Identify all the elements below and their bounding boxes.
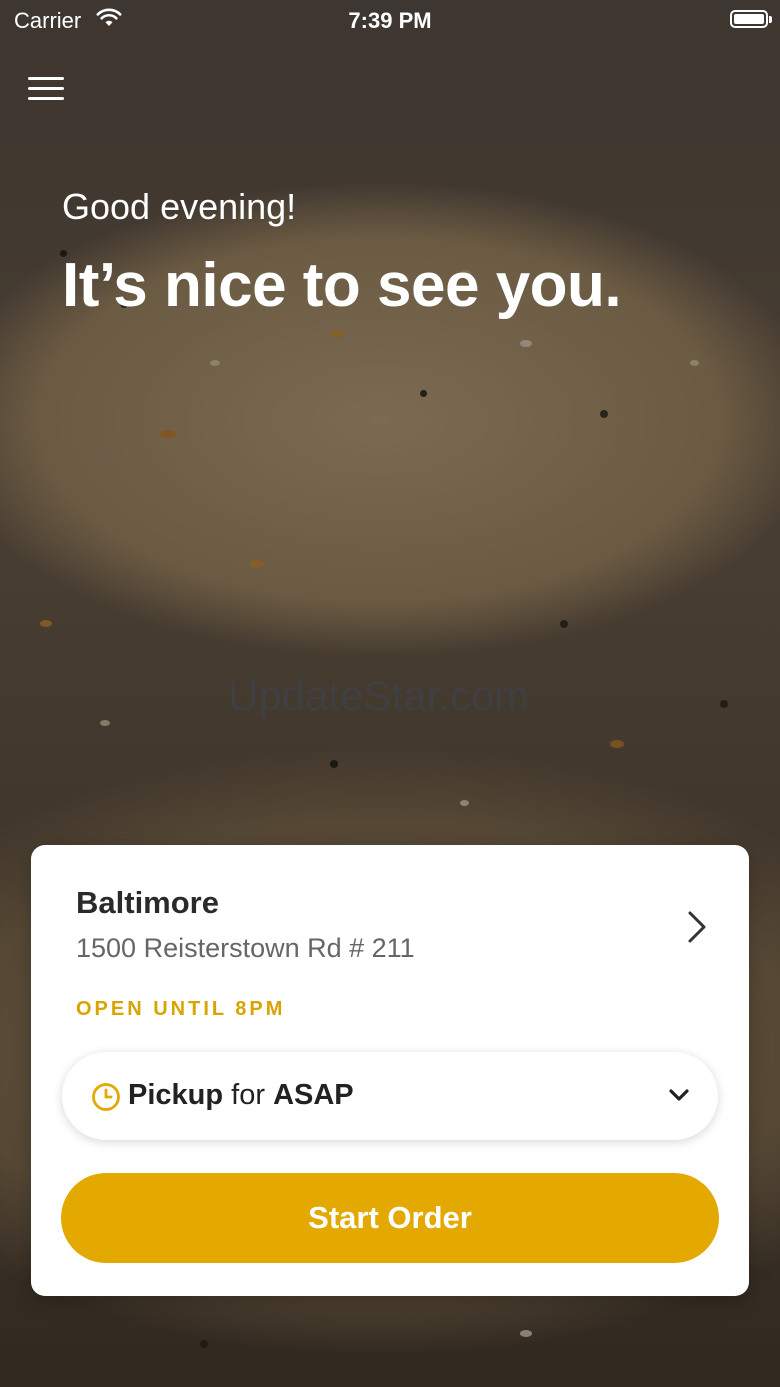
location-name: Baltimore: [76, 885, 219, 920]
battery-icon: [730, 10, 772, 28]
order-connector: for: [231, 1079, 265, 1111]
clock-icon: [92, 1083, 120, 1111]
pickup-time-selector[interactable]: Pickup for ASAP: [62, 1052, 718, 1140]
greeting-text: Good evening!: [62, 186, 297, 227]
status-time: 7:39 PM: [348, 8, 432, 33]
chevron-down-icon: [669, 1089, 689, 1101]
menu-icon[interactable]: [28, 72, 64, 104]
start-order-button[interactable]: Start Order: [61, 1173, 719, 1263]
location-selector[interactable]: Baltimore 1500 Reisterstown Rd # 211: [76, 885, 716, 975]
order-time: ASAP: [273, 1079, 354, 1111]
pickup-label: Pickup for ASAP: [128, 1079, 354, 1112]
order-card: Baltimore 1500 Reisterstown Rd # 211 OPE…: [31, 845, 749, 1296]
chevron-right-icon: [688, 911, 706, 943]
status-bar: Carrier 7:39 PM: [0, 0, 780, 40]
headline-text: It’s nice to see you.: [62, 251, 622, 320]
hours-label: OPEN UNTIL 8PM: [76, 998, 286, 1020]
location-address: 1500 Reisterstown Rd # 211: [76, 933, 415, 963]
order-mode: Pickup: [128, 1079, 224, 1111]
watermark: UpdateStar.com: [228, 672, 530, 719]
